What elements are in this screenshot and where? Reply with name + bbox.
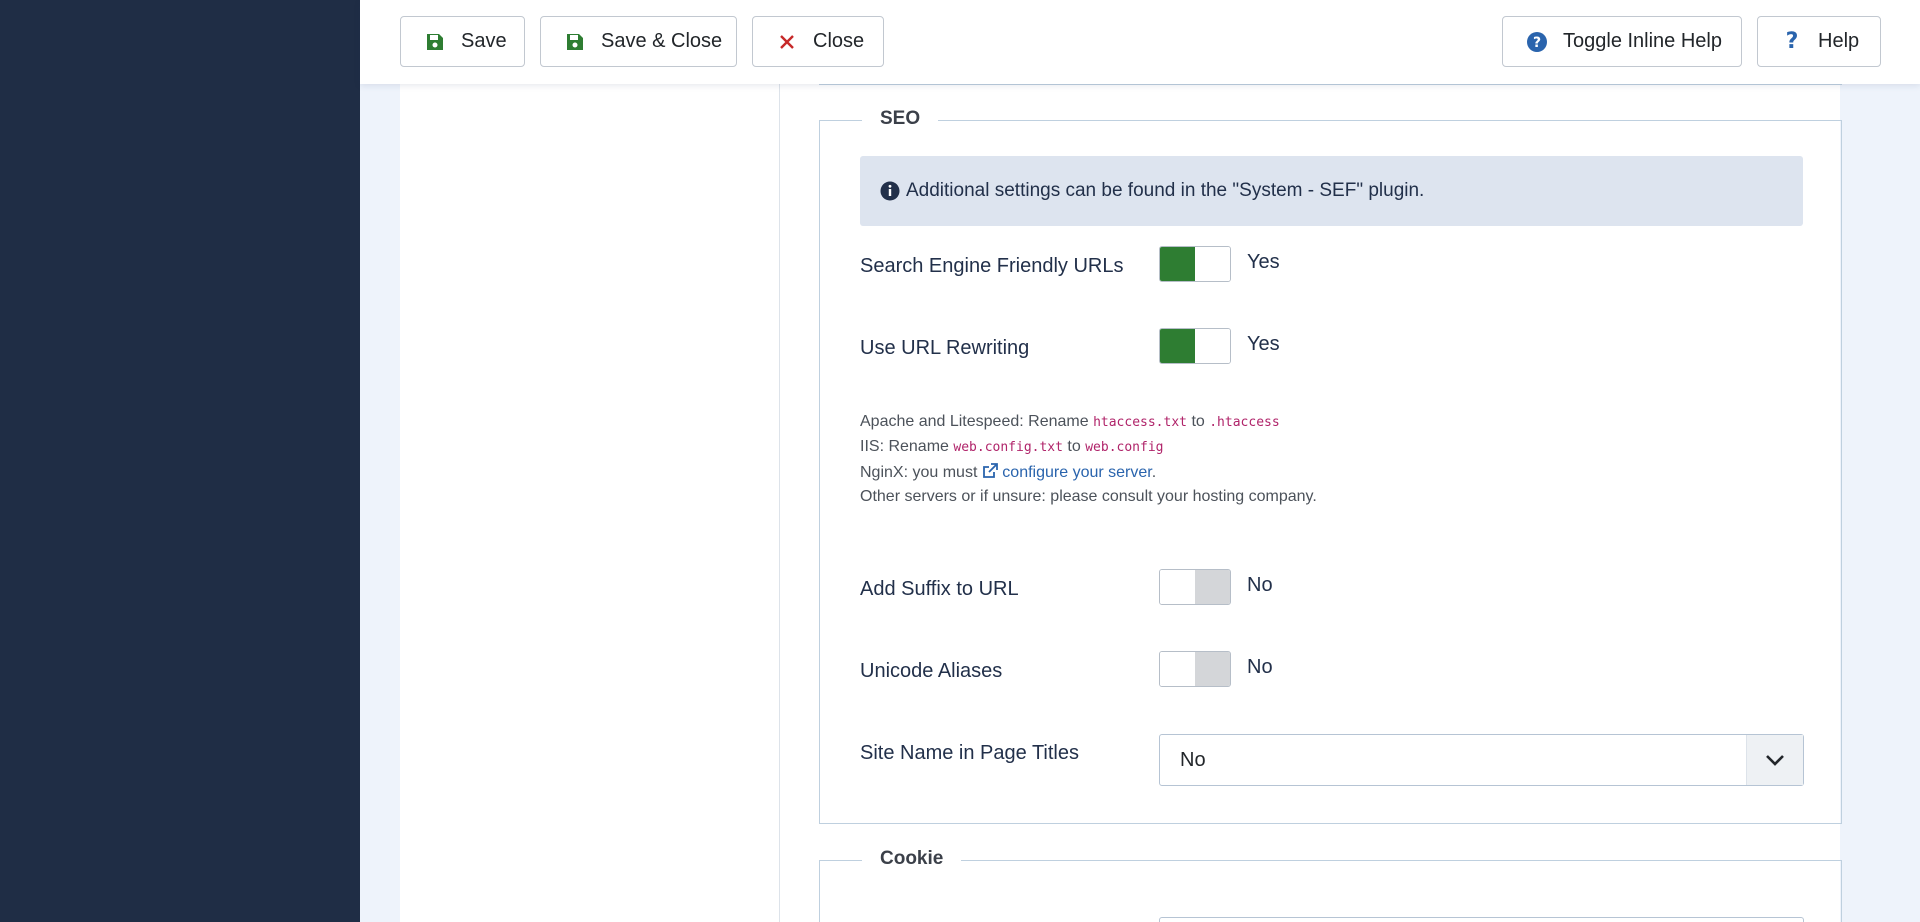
section-divider — [819, 84, 1842, 85]
sef-urls-label: Search Engine Friendly URLs — [860, 255, 1124, 277]
sitename-titles-select[interactable]: No — [1159, 734, 1804, 786]
switch-off-half — [1195, 247, 1230, 281]
other-servers-note: Other servers or if unsure: please consu… — [860, 488, 1317, 505]
apache-to-word: to — [1191, 413, 1205, 430]
url-rewriting-switch[interactable] — [1159, 328, 1231, 364]
alert-text: Additional settings can be found in the … — [906, 180, 1425, 201]
save-icon — [423, 30, 447, 54]
url-rewriting-value: Yes — [1247, 333, 1280, 355]
save-icon — [563, 30, 587, 54]
add-suffix-value: No — [1247, 574, 1273, 596]
question-circle-icon: ? — [1525, 30, 1549, 54]
close-label: Close — [813, 30, 865, 52]
configure-server-link[interactable]: configure your server — [982, 463, 1152, 481]
admin-sidebar — [0, 0, 360, 922]
apache-note: Apache and Litespeed: Rename htaccess.tx… — [860, 413, 1280, 431]
sef-urls-switch[interactable] — [1159, 246, 1231, 282]
cookie-field-input[interactable] — [1159, 917, 1804, 922]
iis-note: IIS: Rename web.config.txt to web.config — [860, 438, 1164, 456]
configure-server-link-text: configure your server — [1002, 464, 1152, 481]
switch-on-half — [1195, 570, 1230, 604]
seo-legend: SEO — [862, 104, 939, 134]
help-button[interactable]: ? Help — [1757, 16, 1881, 67]
save-label: Save — [461, 30, 507, 52]
chevron-down-icon — [1746, 735, 1803, 785]
toolbar: Save Save & Close Close ? Toggle Inline … — [360, 0, 1920, 84]
apache-file-from: htaccess.txt — [1093, 415, 1187, 430]
info-icon — [880, 181, 900, 201]
switch-on-half — [1160, 329, 1195, 363]
external-link-icon — [982, 463, 998, 478]
tabs-column — [400, 84, 780, 922]
info-alert: Additional settings can be found in the … — [860, 156, 1803, 226]
question-icon: ? — [1785, 29, 1799, 54]
iis-note-prefix: IIS: Rename — [860, 438, 949, 455]
add-suffix-switch[interactable] — [1159, 569, 1231, 605]
switch-on-half — [1195, 652, 1230, 686]
iis-to-word: to — [1067, 438, 1081, 455]
help-label: Help — [1818, 30, 1860, 52]
switch-off-half — [1195, 329, 1230, 363]
iis-file-from: web.config.txt — [953, 440, 1063, 455]
cookie-legend: Cookie — [862, 844, 962, 874]
cookie-fieldset: Cookie — [819, 844, 1842, 922]
svg-text:?: ? — [1533, 35, 1541, 51]
toggle-inline-help-label: Toggle Inline Help — [1563, 30, 1722, 52]
sitename-titles-label: Site Name in Page Titles — [860, 742, 1079, 764]
save-close-button[interactable]: Save & Close — [540, 16, 737, 67]
close-icon — [775, 30, 799, 54]
unicode-aliases-switch[interactable] — [1159, 651, 1231, 687]
seo-fieldset: SEO Additional settings can be found in … — [819, 104, 1842, 824]
close-button[interactable]: Close — [752, 16, 884, 67]
sef-urls-value: Yes — [1247, 251, 1280, 273]
nginx-note: NginX: you must configure your server. — [860, 463, 1156, 482]
unicode-aliases-value: No — [1247, 656, 1273, 678]
nginx-note-suffix: . — [1151, 464, 1157, 481]
switch-off-half — [1160, 652, 1195, 686]
sitename-titles-value: No — [1180, 749, 1206, 771]
nginx-note-prefix: NginX: you must — [860, 464, 978, 481]
apache-file-to: .htaccess — [1209, 415, 1280, 430]
save-close-label: Save & Close — [601, 30, 723, 52]
main-content: SEO Additional settings can be found in … — [400, 84, 1842, 922]
switch-on-half — [1160, 247, 1195, 281]
url-rewriting-label: Use URL Rewriting — [860, 337, 1030, 359]
apache-note-prefix: Apache and Litespeed: Rename — [860, 413, 1089, 430]
save-button[interactable]: Save — [400, 16, 525, 67]
add-suffix-label: Add Suffix to URL — [860, 578, 1019, 600]
unicode-aliases-label: Unicode Aliases — [860, 660, 1003, 682]
iis-file-to: web.config — [1085, 440, 1164, 455]
toggle-inline-help-button[interactable]: ? Toggle Inline Help — [1502, 16, 1742, 67]
switch-off-half — [1160, 570, 1195, 604]
